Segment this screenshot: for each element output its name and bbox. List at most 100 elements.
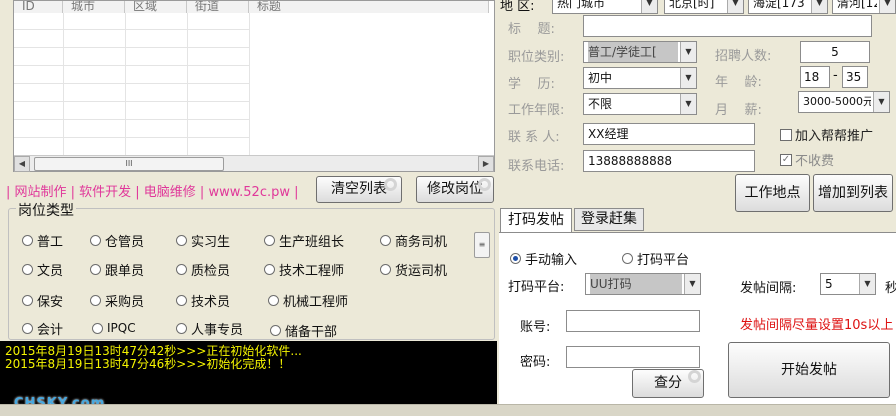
chevron-down-icon[interactable]: ▼ [684,274,700,294]
job-type-option[interactable]: 人事专员 [176,319,243,338]
radio-circle[interactable] [380,264,391,275]
radio-circle[interactable] [22,295,33,306]
interval-warning: 发帖间隔尽量设置10s以上 [740,318,894,333]
chevron-down-icon[interactable]: ▼ [680,94,696,114]
chevron-down-icon[interactable]: ▼ [879,0,895,13]
column-header-title[interactable]: 标题 [249,1,489,13]
radio-circle[interactable] [90,295,101,306]
join-promotion-checkbox[interactable]: 加入帮帮推广 [780,125,873,144]
chevron-down-icon[interactable]: ▼ [680,42,696,62]
job-type-option[interactable]: 仓管员 [90,231,144,250]
age-max-input[interactable]: 35 [842,66,868,88]
radio-circle[interactable] [90,235,101,246]
column-header-street[interactable]: 街道 [187,1,249,13]
category-label: 职位类别: [508,50,565,65]
password-input[interactable] [566,346,700,368]
add-to-list-button[interactable]: 增加到列表 [813,174,893,212]
radio-circle[interactable] [176,235,187,246]
radio-circle[interactable] [264,264,275,275]
job-type-option[interactable]: 普工 [22,231,63,250]
region-city-select[interactable]: 北京[时] ▼ [664,0,744,14]
job-type-option[interactable]: 机械工程师 [268,291,348,310]
radio-circle[interactable] [22,235,33,246]
phone-input[interactable]: 13888888888 [583,150,755,172]
column-header-id[interactable]: ID [14,1,63,13]
interval-select[interactable]: 5 ▼ [820,273,876,295]
account-input[interactable] [566,310,700,332]
job-type-option[interactable]: 采购员 [90,291,144,310]
phone-label: 联系电话: [508,159,565,174]
radio-circle[interactable] [22,323,33,334]
job-type-option[interactable]: 技术员 [176,291,230,310]
checkbox-box[interactable] [780,128,792,141]
radio-circle[interactable] [380,235,391,246]
chevron-down-icon[interactable]: ▼ [873,92,889,112]
chevron-down-icon[interactable]: ▼ [727,0,743,13]
age-min-input[interactable]: 18 [800,66,830,88]
radio-circle[interactable] [176,295,187,306]
job-type-option[interactable]: 实习生 [176,231,230,250]
radio-circle[interactable] [268,295,279,306]
scroll-right-arrow-icon[interactable]: ▶ [478,156,494,172]
category-select[interactable]: 普工/学徒工[▼ [583,41,697,63]
radio-circle[interactable] [622,253,633,264]
salary-select[interactable]: 3000-5000元 ▼ [798,91,890,113]
region-street-select[interactable]: 清河[12 ▼ [832,0,896,14]
experience-select[interactable]: 不限 ▼ [583,93,697,115]
region-district-select[interactable]: 海淀[173 ▼ [748,0,828,14]
job-type-option[interactable]: 文员 [22,260,63,279]
contact-input[interactable]: XX经理 [583,123,755,145]
job-type-option[interactable]: 技术工程师 [264,260,344,279]
work-location-button[interactable]: 工作地点 [735,174,810,212]
job-type-option[interactable]: 储备干部 [270,321,337,340]
radio-circle[interactable] [90,264,101,275]
job-type-option[interactable]: 保安 [22,291,63,310]
job-type-option[interactable]: 商务司机 [380,231,447,250]
manual-input-radio[interactable]: 手动输入 [510,249,577,268]
recruit-count-input[interactable]: 5 [800,41,870,63]
chevron-down-icon[interactable]: ▼ [811,0,827,13]
column-header-city[interactable]: 城市 [63,1,125,13]
captcha-platform-radio[interactable]: 打码平台 [622,249,689,268]
column-header-area[interactable]: 区域 [125,1,187,13]
status-bar [0,404,896,416]
scroll-thumb[interactable]: III [34,157,224,171]
education-select[interactable]: 初中 ▼ [583,67,697,89]
tab-captcha-posting[interactable]: 打码发帖 [500,208,572,233]
chevron-down-icon[interactable]: ▼ [641,0,657,13]
tab-login-ganji[interactable]: 登录赶集 [574,208,644,231]
experience-label: 工作年限: [508,103,565,118]
job-type-option[interactable]: 跟单员 [90,260,144,279]
contact-label: 联 系 人: [508,130,560,145]
grid-row-line [14,47,249,48]
scroll-left-arrow-icon[interactable]: ◀ [14,156,30,172]
job-type-option[interactable]: 质检员 [176,260,230,279]
job-type-option[interactable]: 生产班组长 [264,231,344,250]
region-label: 地 区: [500,0,535,14]
checkmark-icon[interactable]: ✓ [780,153,792,166]
radio-circle[interactable] [510,253,521,264]
grid-row-line [14,137,249,138]
post-list-grid[interactable]: ID 城市 区域 街道 标题 ◀ III ▶ [13,0,495,172]
region-hot-city-select[interactable]: 热门城市 ▼ [552,0,658,14]
job-types-scrollbar[interactable]: ≡ [474,232,490,258]
job-type-option[interactable]: 会计 [22,319,63,338]
chevron-down-icon[interactable]: ▼ [680,68,696,88]
platform-select[interactable]: UU打码 ▼ [585,273,701,295]
radio-circle[interactable] [92,322,103,334]
gear-decoration-icon [384,178,397,191]
no-fee-checkbox[interactable]: ✓ 不收费 [780,150,834,169]
title-input[interactable] [583,15,872,37]
radio-circle[interactable] [22,264,33,275]
radio-circle[interactable] [176,323,187,334]
platform-label: 打码平台: [508,280,565,295]
radio-circle[interactable] [270,325,281,336]
job-type-option[interactable]: IPQC [92,321,136,335]
radio-circle[interactable] [264,235,275,246]
start-posting-button[interactable]: 开始发帖 [728,342,890,398]
horizontal-scrollbar[interactable]: ◀ III ▶ [14,155,494,172]
radio-circle[interactable] [176,264,187,275]
grid-row-line [14,119,249,120]
chevron-down-icon[interactable]: ▼ [859,274,875,294]
job-type-option[interactable]: 货运司机 [380,260,447,279]
